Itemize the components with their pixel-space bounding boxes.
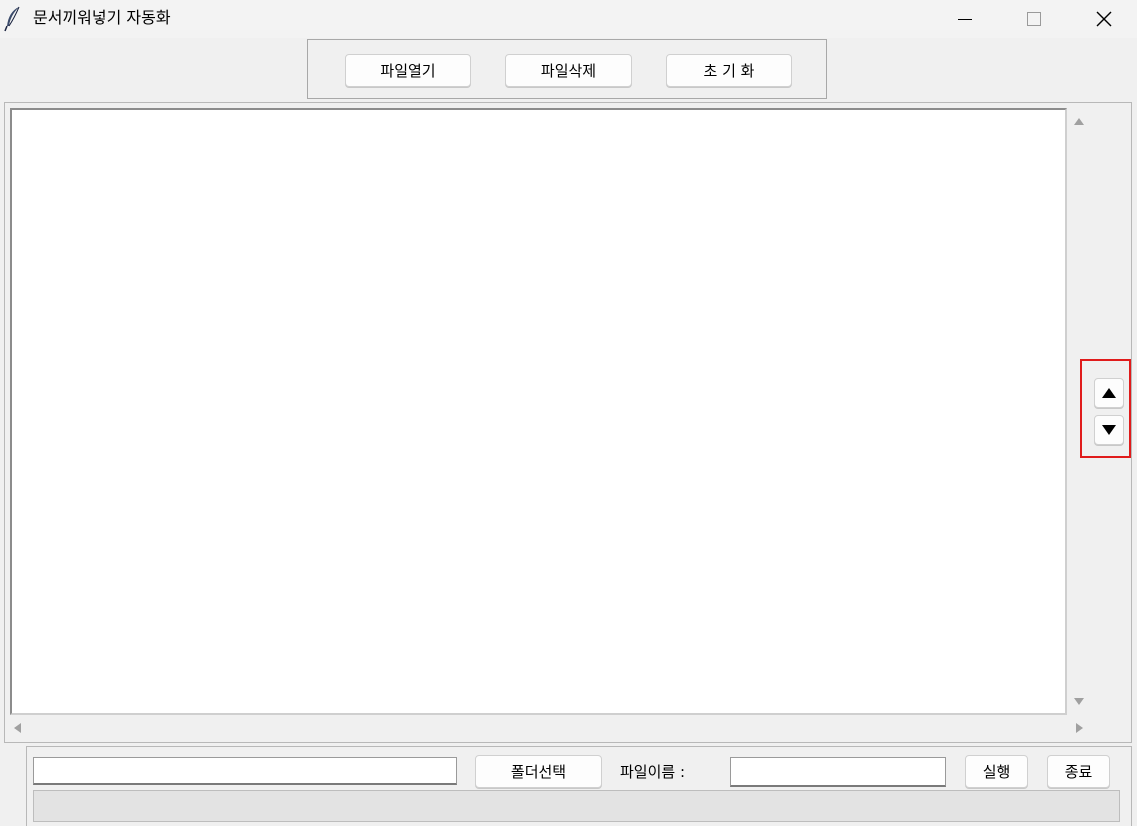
title-bar: 문서끼워넣기 자동화 [0, 0, 1137, 38]
scroll-left-icon[interactable] [14, 723, 21, 733]
maximize-button[interactable] [999, 0, 1069, 38]
scroll-down-icon[interactable] [1074, 698, 1084, 705]
maximize-icon [1027, 12, 1041, 26]
close-icon [1096, 11, 1112, 27]
open-file-button[interactable]: 파일열기 [345, 54, 471, 87]
move-up-button[interactable] [1094, 378, 1124, 408]
close-button[interactable] [1069, 0, 1137, 38]
horizontal-scrollbar[interactable] [10, 717, 1090, 739]
filename-label: 파일이름 : [620, 763, 686, 781]
scroll-up-icon[interactable] [1074, 118, 1084, 125]
status-bar [33, 790, 1120, 822]
filename-input[interactable] [730, 757, 946, 787]
minimize-icon [958, 19, 972, 20]
folder-path-input[interactable] [33, 757, 457, 785]
minimize-button[interactable] [930, 0, 1000, 38]
folder-select-button[interactable]: 폴더선택 [475, 755, 602, 788]
reset-button[interactable]: 초 기 화 [666, 54, 792, 87]
feather-icon [4, 6, 20, 32]
triangle-down-icon [1102, 425, 1116, 435]
move-down-button[interactable] [1094, 415, 1124, 445]
delete-file-button[interactable]: 파일삭제 [505, 54, 632, 87]
triangle-up-icon [1102, 388, 1116, 398]
scroll-right-icon[interactable] [1076, 723, 1083, 733]
window-title: 문서끼워넣기 자동화 [33, 8, 171, 27]
run-button[interactable]: 실행 [965, 755, 1028, 788]
exit-button[interactable]: 종료 [1047, 755, 1110, 788]
file-listbox[interactable] [10, 108, 1067, 715]
